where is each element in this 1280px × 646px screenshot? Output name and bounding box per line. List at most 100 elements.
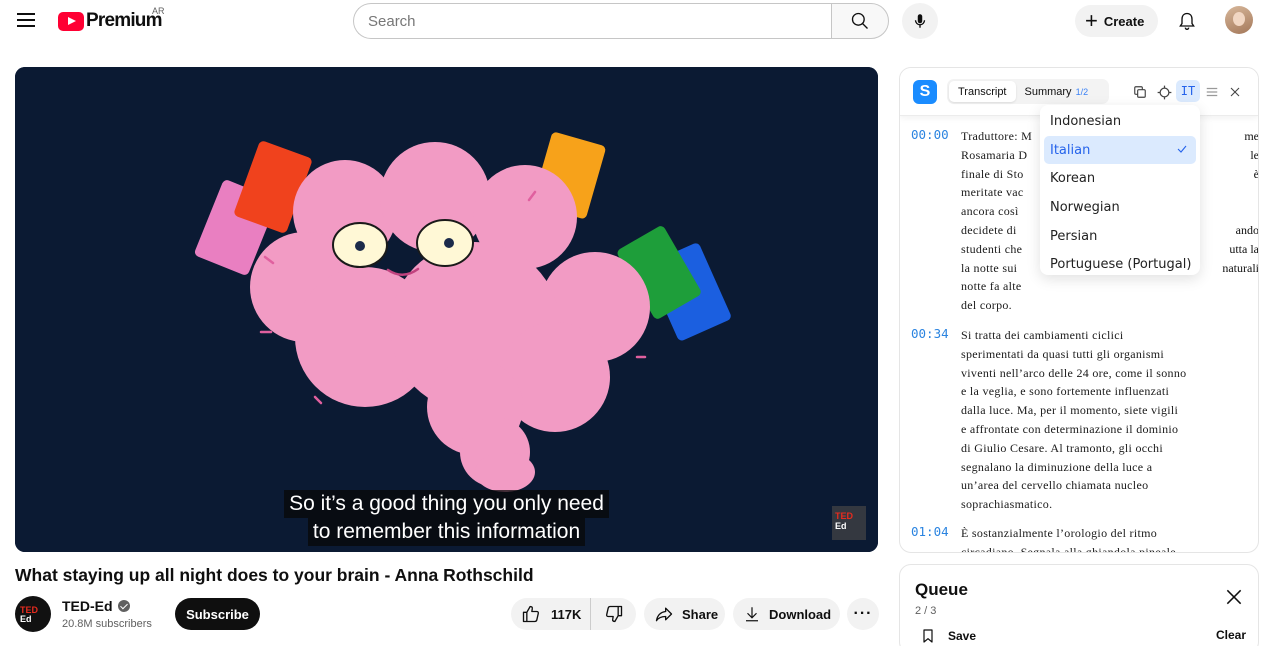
- more-actions-button[interactable]: ···: [847, 598, 879, 630]
- search-bar: [353, 3, 889, 39]
- segment-timestamp[interactable]: 01:04: [911, 524, 949, 539]
- channel-avatar[interactable]: TED Ed: [15, 596, 51, 632]
- extension-logo-icon[interactable]: S: [913, 80, 937, 104]
- segment-fragment: [1199, 183, 1258, 202]
- dislike-button[interactable]: [591, 598, 636, 630]
- thumbs-down-icon: [605, 605, 622, 623]
- notifications-button[interactable]: [1174, 8, 1200, 34]
- verified-icon: [117, 600, 130, 612]
- segment-timestamp[interactable]: 00:00: [911, 127, 949, 142]
- segment-text: Si tratta dei cambiamenti ciclici sperim…: [961, 326, 1251, 514]
- channel-name: TED-Ed: [62, 598, 113, 614]
- microphone-icon: [914, 14, 926, 28]
- like-button[interactable]: 117K: [511, 598, 591, 630]
- language-option-italian[interactable]: Italian: [1044, 135, 1196, 165]
- segment-line: È sostanzialmente l’orologio del ritmo: [961, 526, 1158, 540]
- badge-line-2: Ed: [835, 521, 847, 531]
- caption-line-1: So it’s a good thing you only need: [284, 490, 609, 518]
- account-avatar[interactable]: [1225, 6, 1253, 34]
- language-option-indonesian[interactable]: Indonesian: [1044, 107, 1196, 136]
- language-button[interactable]: IT: [1176, 80, 1200, 102]
- search-button[interactable]: [831, 3, 889, 39]
- close-queue-icon[interactable]: [1224, 587, 1244, 607]
- tab-transcript-label: Transcript: [958, 85, 1007, 98]
- plus-icon: +: [1085, 8, 1098, 33]
- more-icon: ···: [853, 605, 873, 622]
- segment-line: e la veglia, e sono fortemente influenza…: [961, 384, 1170, 399]
- video-caption: So it’s a good thing you only need to re…: [15, 490, 878, 546]
- segment-line: viventi nell’arco delle 24 ore, come il …: [961, 365, 1187, 380]
- segment-line: Si tratta dei cambiamenti ciclici: [961, 328, 1124, 342]
- menu-icon[interactable]: [14, 8, 38, 32]
- segment-line: di Giulio Cesare. Al tramonto, gli occhi: [961, 440, 1163, 455]
- language-option-label: Italian: [1050, 142, 1091, 158]
- share-button[interactable]: Share: [644, 598, 725, 630]
- youtube-play-icon: [58, 11, 84, 31]
- language-option-portuguese[interactable]: Portuguese (Portugal): [1044, 250, 1196, 279]
- segment-fragment: ando: [1235, 222, 1259, 237]
- save-queue-button[interactable]: Save: [920, 627, 976, 645]
- close-panel-icon[interactable]: [1226, 83, 1244, 101]
- voice-search-button[interactable]: [902, 3, 938, 39]
- segment-line: notte fa alte: [961, 279, 1022, 294]
- search-icon: [851, 12, 868, 29]
- share-icon: [655, 607, 673, 622]
- segment-line: del corpo.: [961, 298, 1012, 313]
- checkmark-icon: [1177, 145, 1187, 153]
- channel-name-link[interactable]: TED-Ed: [62, 598, 130, 614]
- copy-icon[interactable]: [1131, 83, 1149, 101]
- segment-line: segnalano la diminuzione della luce a: [961, 459, 1153, 474]
- clear-queue-button[interactable]: Clear: [1216, 628, 1246, 642]
- badge-line-1: TED: [835, 511, 853, 521]
- top-header: Premium AR + Create: [0, 0, 1280, 42]
- download-button[interactable]: Download: [733, 598, 840, 630]
- subscribe-button[interactable]: Subscribe: [175, 598, 260, 630]
- country-code: AR: [152, 6, 165, 16]
- segment-line: circadiano. Segnala alla ghiandola pinea…: [961, 544, 1176, 553]
- segment-text: È sostanzialmente l’orologio del ritmo c…: [961, 524, 1251, 553]
- segment-fragment: è: [1253, 166, 1259, 181]
- like-count: 117K: [551, 606, 582, 622]
- summary-fraction: 1/2: [1075, 86, 1089, 97]
- youtube-premium-logo[interactable]: Premium AR: [58, 6, 165, 33]
- segment-line: sperimentati da quasi tutti gli organism…: [961, 346, 1165, 361]
- queue-title: Queue: [915, 580, 968, 599]
- queue-count: 2 / 3: [915, 605, 937, 617]
- logo-text: Premium: [86, 10, 163, 31]
- language-option-korean[interactable]: Korean: [1044, 164, 1196, 193]
- thumbs-up-icon: [522, 605, 539, 623]
- queue-panel: Queue 2 / 3 Save Clear: [899, 564, 1259, 646]
- share-label: Share: [682, 606, 719, 622]
- caption-line-2: to remember this information: [307, 518, 586, 546]
- segment-line: dalla luce. Ma, per il momento, siete vi…: [961, 403, 1179, 418]
- language-dropdown: Indonesian Italian Korean Norwegian Pers…: [1040, 105, 1200, 275]
- tab-summary-label: Summary: [1024, 85, 1072, 98]
- segment-line: soprachiasmatico.: [961, 497, 1053, 512]
- bell-icon: [1179, 12, 1195, 30]
- tab-transcript[interactable]: Transcript: [949, 81, 1016, 102]
- create-label: Create: [1103, 13, 1145, 29]
- subscriber-count: 20.8M subscribers: [62, 618, 152, 630]
- segment-fragment: le: [1250, 147, 1259, 162]
- segment-right-fragments: me le è ando utta la naturali: [1199, 127, 1259, 277]
- segment-fragment: me: [1244, 129, 1259, 143]
- create-button[interactable]: + Create: [1075, 5, 1159, 37]
- video-title: What staying up all night does to your b…: [15, 565, 534, 585]
- language-option-persian[interactable]: Persian: [1044, 222, 1196, 251]
- video-frame-illustration: [15, 67, 878, 552]
- segment-line: e affrontate con determinazione il domin…: [961, 421, 1179, 436]
- search-input[interactable]: [353, 3, 831, 39]
- language-option-norwegian[interactable]: Norwegian: [1044, 193, 1196, 222]
- tab-summary[interactable]: Summary 1/2: [1016, 81, 1098, 102]
- channel-avatar-line-2: Ed: [20, 614, 32, 624]
- save-label: Save: [948, 629, 977, 643]
- segment-timestamp[interactable]: 00:34: [911, 326, 949, 341]
- like-dislike-group: 117K: [511, 598, 636, 630]
- bookmark-icon: [923, 629, 933, 643]
- video-player[interactable]: So it’s a good thing you only need to re…: [15, 67, 878, 552]
- segment-fragment: [1199, 202, 1258, 221]
- locate-icon[interactable]: [1155, 83, 1173, 101]
- segment-line: un’area del cervello chiamata nucleo: [961, 478, 1149, 493]
- segment-fragment: utta la: [1229, 241, 1259, 256]
- list-icon[interactable]: [1203, 83, 1221, 101]
